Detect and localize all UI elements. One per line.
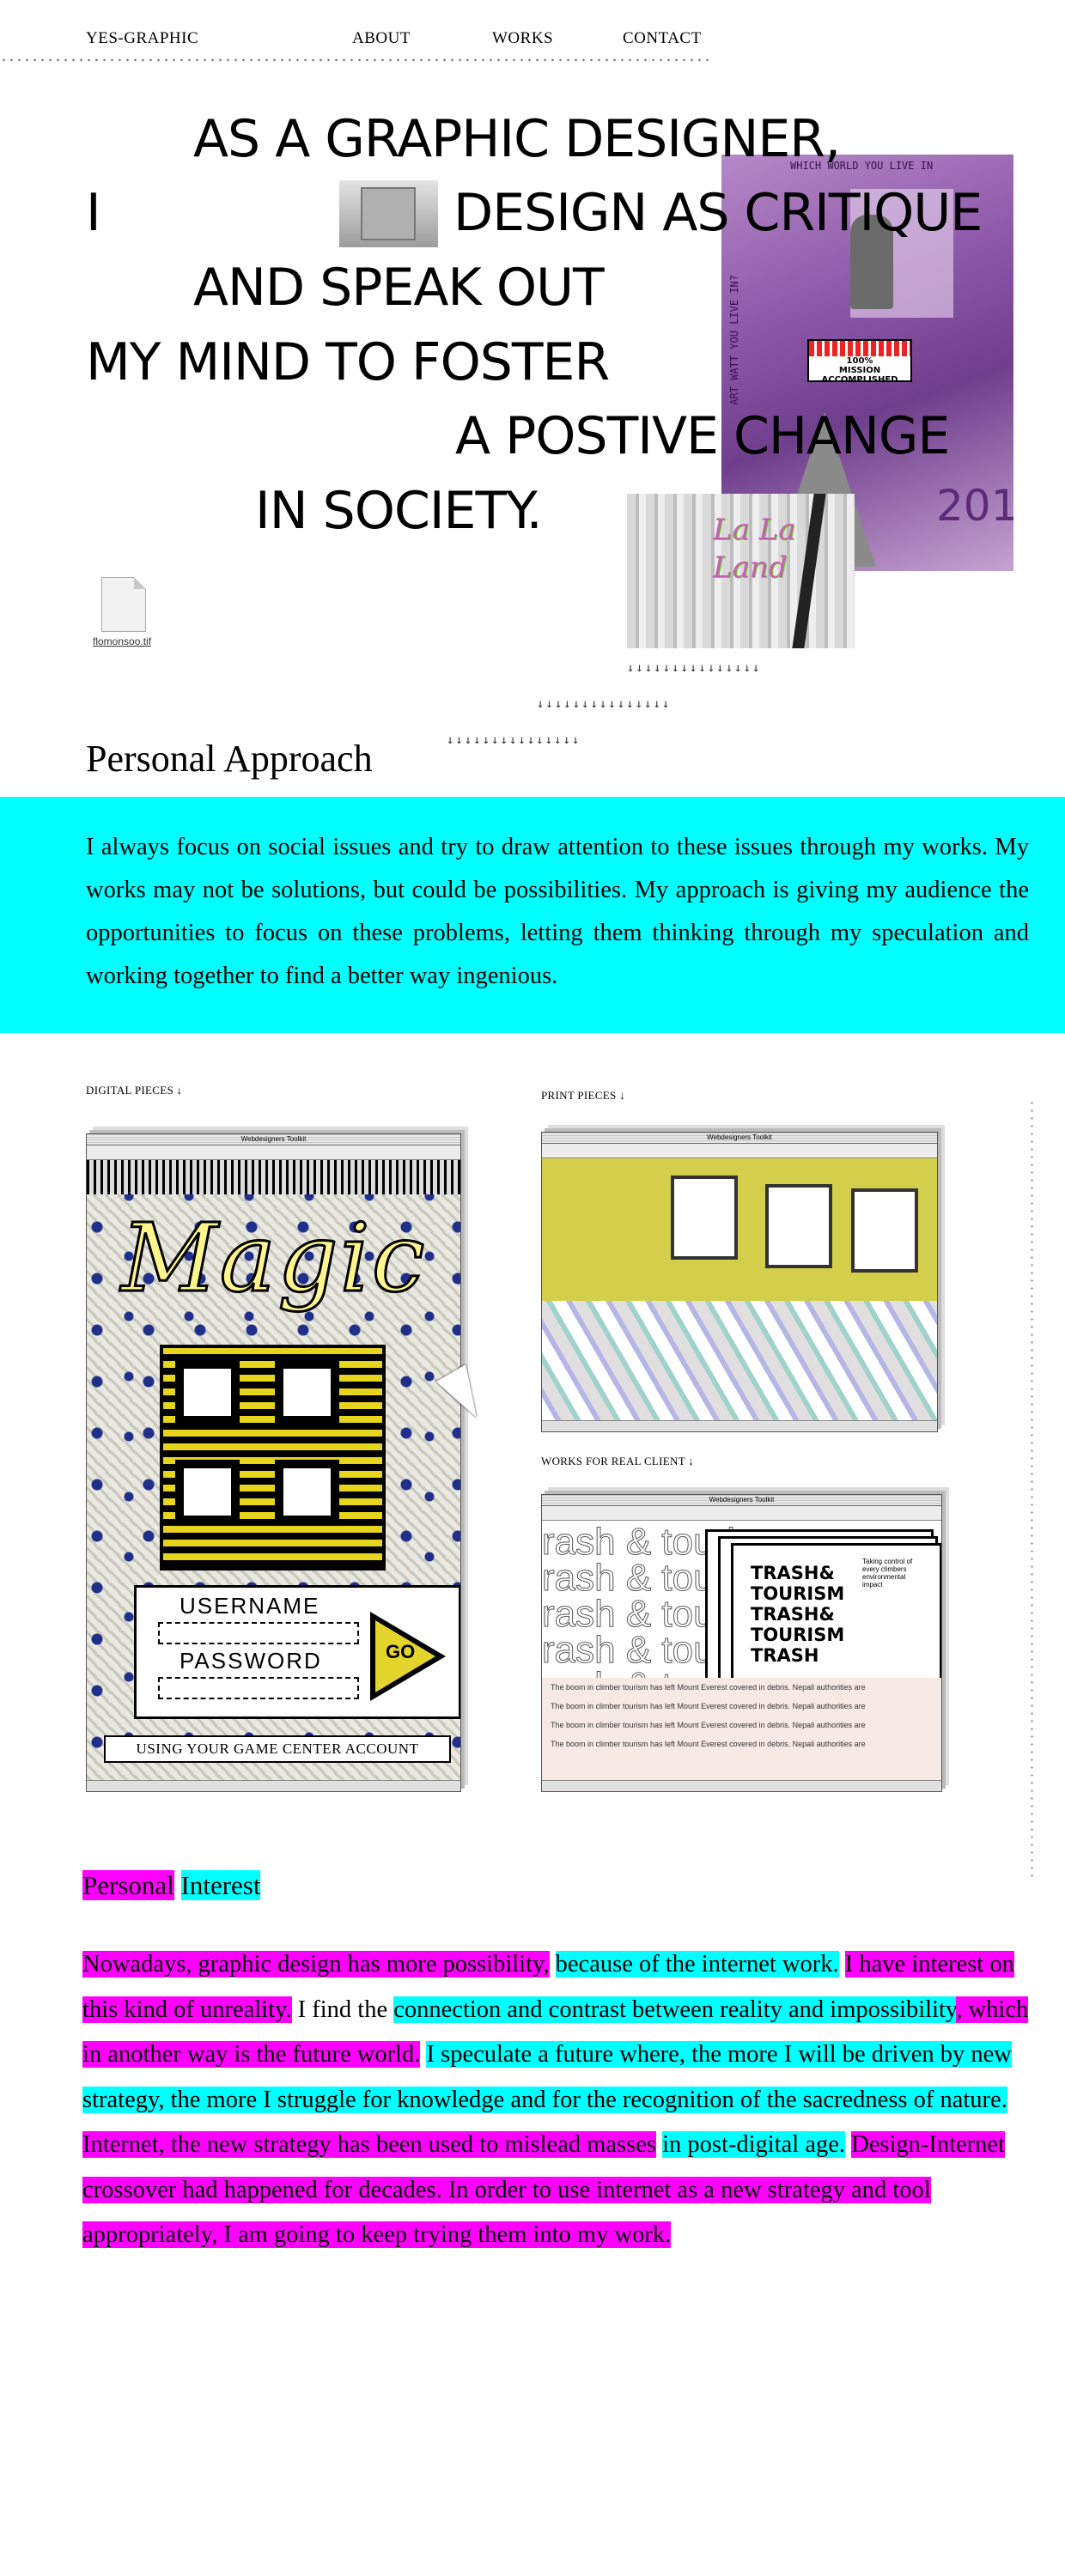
thumbnail-photo[interactable]: [339, 180, 438, 247]
arrow-row-2: ↓↓↓↓↓↓↓↓↓↓↓↓↓↓↓: [537, 697, 672, 711]
hero-line-2a: I: [86, 183, 101, 243]
section-title-approach: Personal Approach: [86, 738, 373, 780]
hero-line-1: AS A GRAPHIC DESIGNER,: [193, 109, 841, 169]
print-pieces-label[interactable]: PRINT PIECES ↓: [541, 1089, 625, 1103]
trash-side-note: Taking control of every climbers environ…: [862, 1558, 913, 1589]
poster-number: 2018: [936, 481, 1013, 531]
window-titlebar: Webdesigners Toolkit: [542, 1133, 937, 1144]
magic-title: Magic: [119, 1202, 427, 1315]
file-label[interactable]: flomonsoo.tif: [93, 635, 151, 647]
trash-text-strip: The boom in climber tourism has left Mou…: [542, 1678, 941, 1781]
window-toolbar: [87, 1145, 460, 1160]
window-toolbar: [542, 1144, 937, 1158]
traffic-text: La La Land: [713, 513, 796, 585]
qr-code: [160, 1345, 386, 1571]
window-titlebar: Webdesigners Toolkit: [87, 1134, 460, 1145]
brand-link[interactable]: YES-GRAPHIC: [86, 29, 198, 48]
login-panel: USERNAME PASSWORD GO: [134, 1585, 460, 1719]
username-field[interactable]: [158, 1622, 359, 1644]
print-piece-window[interactable]: Webdesigners Toolkit: [541, 1132, 938, 1432]
hero-line-6: IN SOCIETY.: [255, 481, 543, 541]
digital-piece-window[interactable]: Webdesigners Toolkit Magic USERNAME PASS…: [86, 1133, 461, 1792]
real-client-label[interactable]: WORKS FOR REAL CLIENT ↓: [541, 1455, 694, 1468]
nav-divider: [0, 57, 709, 64]
digital-pieces-label[interactable]: DIGITAL PIECES ↓: [86, 1084, 182, 1097]
hero-line-3: AND SPEAK OUT: [193, 258, 605, 318]
nav-about[interactable]: ABOUT: [352, 29, 411, 48]
approach-block: I always focus on social issues and try …: [0, 797, 1065, 1033]
nav-works[interactable]: WORKS: [492, 29, 553, 48]
password-field[interactable]: [158, 1677, 359, 1699]
hero-line-2b: DESIGN AS CRITIQUE: [453, 183, 983, 243]
approach-text: I always focus on social issues and try …: [86, 834, 1029, 989]
nav-contact[interactable]: CONTACT: [623, 29, 702, 48]
hero-line-4: MY MIND TO FOSTER: [86, 332, 610, 392]
trash-card: TRASH& TOURISM TRASH& TOURISM TRASH Taki…: [731, 1543, 941, 1694]
window-titlebar: Webdesigners Toolkit: [542, 1495, 941, 1506]
username-label: USERNAME: [180, 1593, 320, 1619]
poster-side-text: ART WATT YOU LIVE IN?: [728, 275, 740, 405]
window-toolbar: [542, 1506, 941, 1521]
room-illustration: [542, 1158, 937, 1421]
interest-text: Nowadays, graphic design has more possib…: [82, 1951, 1029, 2248]
client-piece-window[interactable]: Webdesigners Toolkit rash & touris rash …: [541, 1494, 942, 1792]
arrow-row-3: ↓↓↓↓↓↓↓↓↓↓↓↓↓↓↓: [447, 733, 581, 747]
section-title-interest: Personal Interest: [82, 1870, 261, 1900]
arrow-row-1: ↓↓↓↓↓↓↓↓↓↓↓↓↓↓↓: [627, 661, 762, 675]
password-label: PASSWORD: [180, 1648, 322, 1674]
trash-card-title: TRASH& TOURISM TRASH& TOURISM TRASH: [751, 1563, 845, 1666]
hero-line-5: A POSTIVE CHANGE: [455, 406, 950, 466]
game-center-bar[interactable]: USING YOUR GAME CENTER ACCOUNT: [104, 1735, 451, 1763]
mission-badge: 100% MISSION ACCOMPLISHED: [807, 339, 912, 385]
file-icon[interactable]: [101, 577, 146, 632]
traffic-photo[interactable]: La La Land: [627, 494, 855, 648]
go-label: GO: [386, 1641, 416, 1662]
scroll-indicator: [1031, 1099, 1033, 1880]
